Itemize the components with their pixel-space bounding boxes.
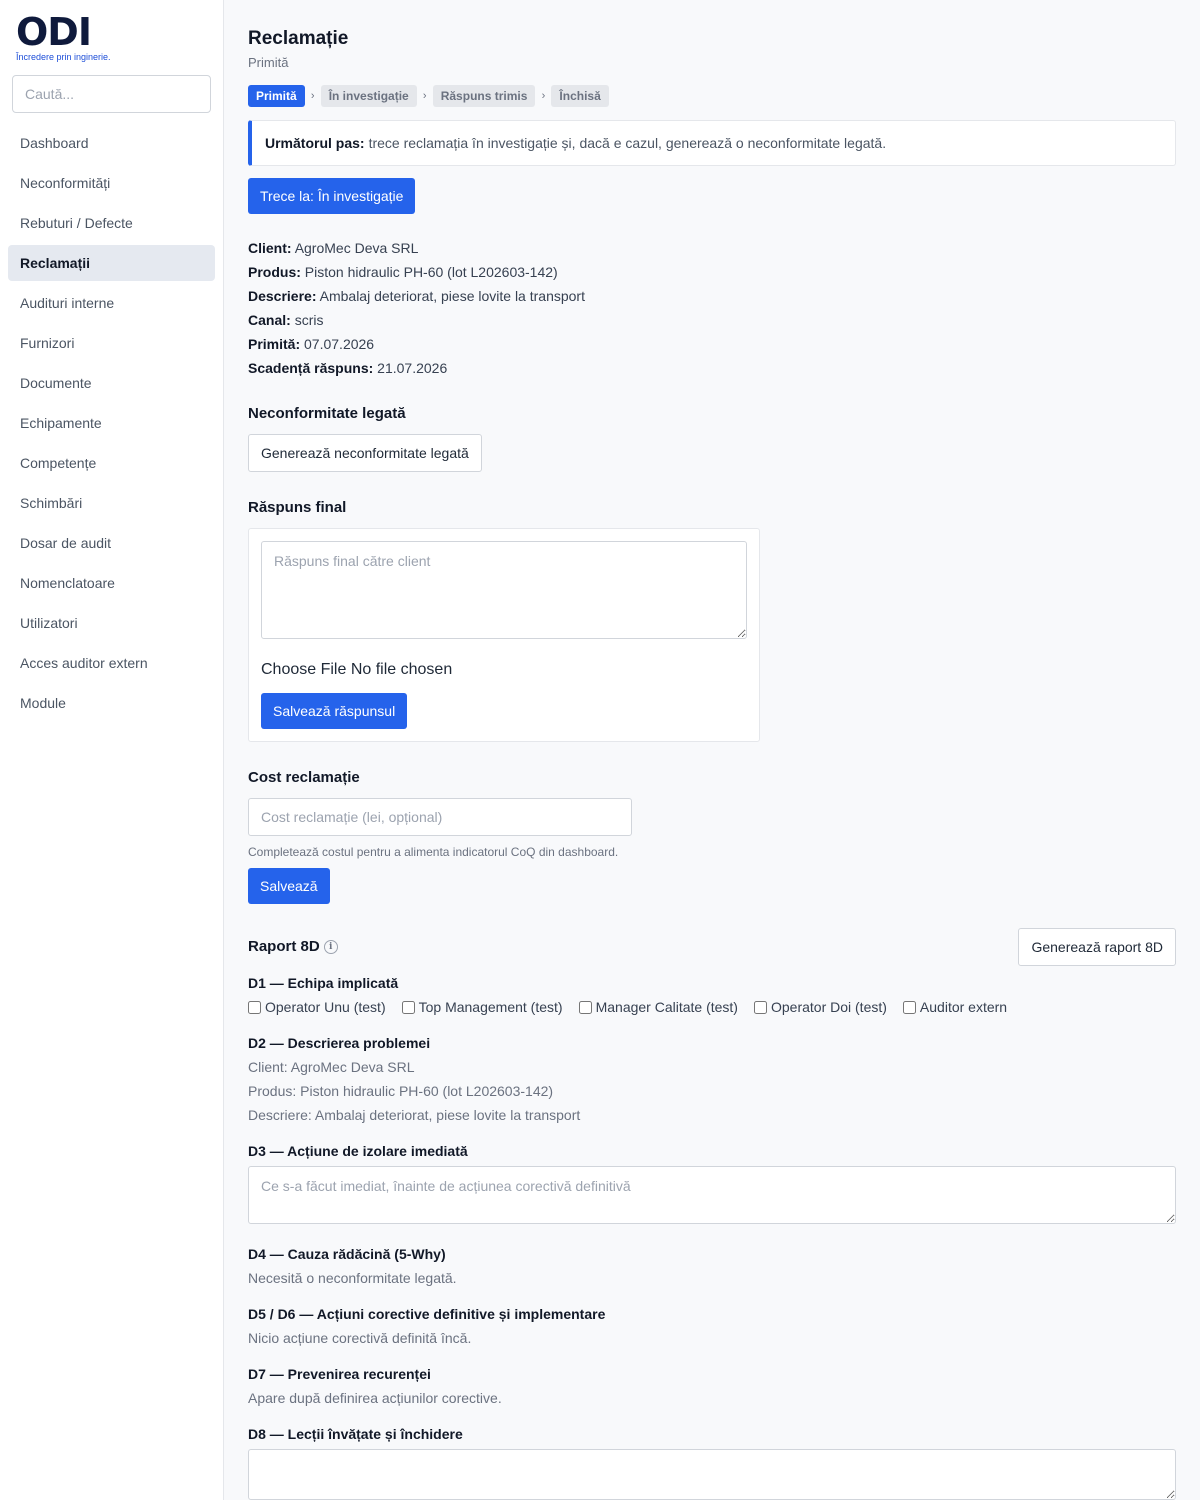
page-title: Reclamație xyxy=(248,28,349,49)
detail-label: Produs: xyxy=(248,264,301,280)
search-input[interactable] xyxy=(12,75,211,113)
team-checkboxes: Operator Unu (test) Top Management (test… xyxy=(248,999,1023,1015)
team-member[interactable]: Operator Unu (test) xyxy=(248,999,386,1015)
detail-descriere: Descriere: Ambalaj deteriorat, piese lov… xyxy=(248,287,585,305)
detail-label: Descriere: xyxy=(248,288,317,304)
sidebar-item-audituri[interactable]: Audituri interne xyxy=(8,285,215,321)
transition-button[interactable]: Trece la: În investigație xyxy=(248,178,416,214)
team-member-label: Manager Calitate (test) xyxy=(595,999,738,1015)
team-member[interactable]: Manager Calitate (test) xyxy=(578,999,738,1015)
detail-value: AgroMec Deva SRL xyxy=(294,240,419,256)
team-member[interactable]: Operator Doi (test) xyxy=(753,999,887,1015)
team-checkbox[interactable] xyxy=(753,1000,767,1014)
save-response-button[interactable]: Salvează răspunsul xyxy=(261,693,408,729)
detail-value: scris xyxy=(294,312,324,328)
sidebar: ODI Încredere prin inginerie. Dashboard … xyxy=(0,0,224,1500)
generate-8d-button[interactable]: Generează raport 8D xyxy=(1018,928,1176,966)
sidebar-item-reclamatii[interactable]: Reclamații xyxy=(8,245,215,281)
detail-primita: Primită: 07.07.2026 xyxy=(248,335,374,353)
chevron-right-icon: › xyxy=(310,90,315,102)
team-member-label: Auditor extern xyxy=(919,999,1008,1015)
d3-title: D3 — Acțiune de izolare imediată xyxy=(248,1143,468,1159)
sidebar-item-utilizatori[interactable]: Utilizatori xyxy=(8,605,215,641)
d8-title: D8 — Lecții învățate și închidere xyxy=(248,1426,463,1442)
sidebar-item-acces-auditor[interactable]: Acces auditor extern xyxy=(8,645,215,681)
team-checkbox[interactable] xyxy=(902,1000,916,1014)
sidebar-item-competente[interactable]: Competențe xyxy=(8,445,215,481)
sidebar-item-module[interactable]: Module xyxy=(8,685,215,721)
sidebar-item-dashboard[interactable]: Dashboard xyxy=(8,125,215,161)
d7-title: D7 — Prevenirea recurenței xyxy=(248,1366,431,1382)
team-member[interactable]: Top Management (test) xyxy=(401,999,563,1015)
detail-value: Ambalaj deteriorat, piese lovite la tran… xyxy=(319,288,585,304)
final-response-title: Răspuns final xyxy=(248,499,347,516)
sidebar-item-documente[interactable]: Documente xyxy=(8,365,215,401)
team-member-label: Operator Doi (test) xyxy=(770,999,887,1015)
team-member[interactable]: Auditor extern xyxy=(902,999,1008,1015)
next-step-label: Următorul pas: xyxy=(265,135,365,151)
workflow-step-investigatie: În investigație xyxy=(320,85,417,107)
generate-nc-button[interactable]: Generează neconformitate legată xyxy=(248,434,482,472)
workflow-step-raspuns-trimis: Răspuns trimis xyxy=(432,85,536,107)
workflow-step-primita: Primită xyxy=(248,85,305,107)
detail-value: Piston hidraulic PH-60 (lot L202603-142) xyxy=(304,264,558,280)
team-checkbox[interactable] xyxy=(401,1000,415,1014)
cost-title: Cost reclamație xyxy=(248,769,360,786)
workflow-steps: Primită › În investigație › Răspuns trim… xyxy=(248,85,609,107)
sidebar-item-furnizori[interactable]: Furnizori xyxy=(8,325,215,361)
chevron-right-icon: › xyxy=(422,90,427,102)
detail-canal: Canal: scris xyxy=(248,311,323,329)
final-response-panel: Choose File No file chosen Salvează răsp… xyxy=(248,528,760,742)
detail-produs: Produs: Piston hidraulic PH-60 (lot L202… xyxy=(248,263,558,281)
final-response-textarea[interactable] xyxy=(261,541,747,639)
d1-title: D1 — Echipa implicată xyxy=(248,975,399,991)
next-step-text: trece reclamația în investigație și, dac… xyxy=(368,135,887,151)
file-input[interactable]: Choose File No file chosen xyxy=(261,661,452,679)
team-member-label: Top Management (test) xyxy=(418,999,563,1015)
detail-label: Scadență răspuns: xyxy=(248,360,374,376)
team-checkbox[interactable] xyxy=(248,1000,261,1014)
logo[interactable]: ODI Încredere prin inginerie. xyxy=(16,10,111,62)
detail-value: 21.07.2026 xyxy=(377,360,448,376)
d8-textarea[interactable] xyxy=(248,1449,1176,1500)
workflow-step-inchisa: Închisă xyxy=(551,85,609,107)
d2-line: Descriere: Ambalaj deteriorat, piese lov… xyxy=(248,1107,581,1123)
d2-line: Produs: Piston hidraulic PH-60 (lot L202… xyxy=(248,1083,554,1099)
report-8d-label: Raport 8D xyxy=(248,938,320,955)
sidebar-item-rebuturi[interactable]: Rebuturi / Defecte xyxy=(8,205,215,241)
sidebar-item-dosar-audit[interactable]: Dosar de audit xyxy=(8,525,215,561)
logo-text: ODI xyxy=(16,10,92,54)
d4-text: Necesită o neconformitate legată. xyxy=(248,1270,457,1286)
team-member-label: Operator Unu (test) xyxy=(265,999,386,1015)
detail-scadenta: Scadență răspuns: 21.07.2026 xyxy=(248,359,447,377)
next-step-callout: Următorul pas: trece reclamația în inves… xyxy=(248,120,1176,166)
team-checkbox[interactable] xyxy=(578,1000,592,1014)
sidebar-nav: Dashboard Neconformități Rebuturi / Defe… xyxy=(8,125,215,725)
sidebar-item-schimbari[interactable]: Schimbări xyxy=(8,485,215,521)
d3-textarea[interactable] xyxy=(248,1166,1176,1224)
chevron-right-icon: › xyxy=(541,90,546,102)
d4-title: D4 — Cauza rădăcină (5-Why) xyxy=(248,1246,446,1262)
page-status: Primită xyxy=(248,55,289,70)
cost-hint: Completează costul pentru a alimenta ind… xyxy=(248,845,619,859)
detail-value: 07.07.2026 xyxy=(304,336,375,352)
detail-label: Canal: xyxy=(248,312,291,328)
d56-text: Nicio acțiune corectivă definită încă. xyxy=(248,1330,472,1346)
sidebar-item-neconformitati[interactable]: Neconformități xyxy=(8,165,215,201)
sidebar-item-nomenclatoare[interactable]: Nomenclatoare xyxy=(8,565,215,601)
report-8d-title: Raport 8D i xyxy=(248,938,338,955)
logo-tagline: Încredere prin inginerie. xyxy=(16,52,111,62)
info-icon[interactable]: i xyxy=(323,940,338,955)
d2-title: D2 — Descrierea problemei xyxy=(248,1035,431,1051)
sidebar-item-echipamente[interactable]: Echipamente xyxy=(8,405,215,441)
save-cost-button[interactable]: Salvează xyxy=(248,868,330,904)
cost-input[interactable] xyxy=(248,798,632,836)
detail-label: Client: xyxy=(248,240,292,256)
detail-label: Primită: xyxy=(248,336,301,352)
detail-client: Client: AgroMec Deva SRL xyxy=(248,239,418,257)
linked-nc-title: Neconformitate legată xyxy=(248,405,406,422)
d7-text: Apare după definirea acțiunilor corectiv… xyxy=(248,1390,502,1406)
d56-title: D5 / D6 — Acțiuni corective definitive ș… xyxy=(248,1306,606,1322)
d2-line: Client: AgroMec Deva SRL xyxy=(248,1059,415,1075)
